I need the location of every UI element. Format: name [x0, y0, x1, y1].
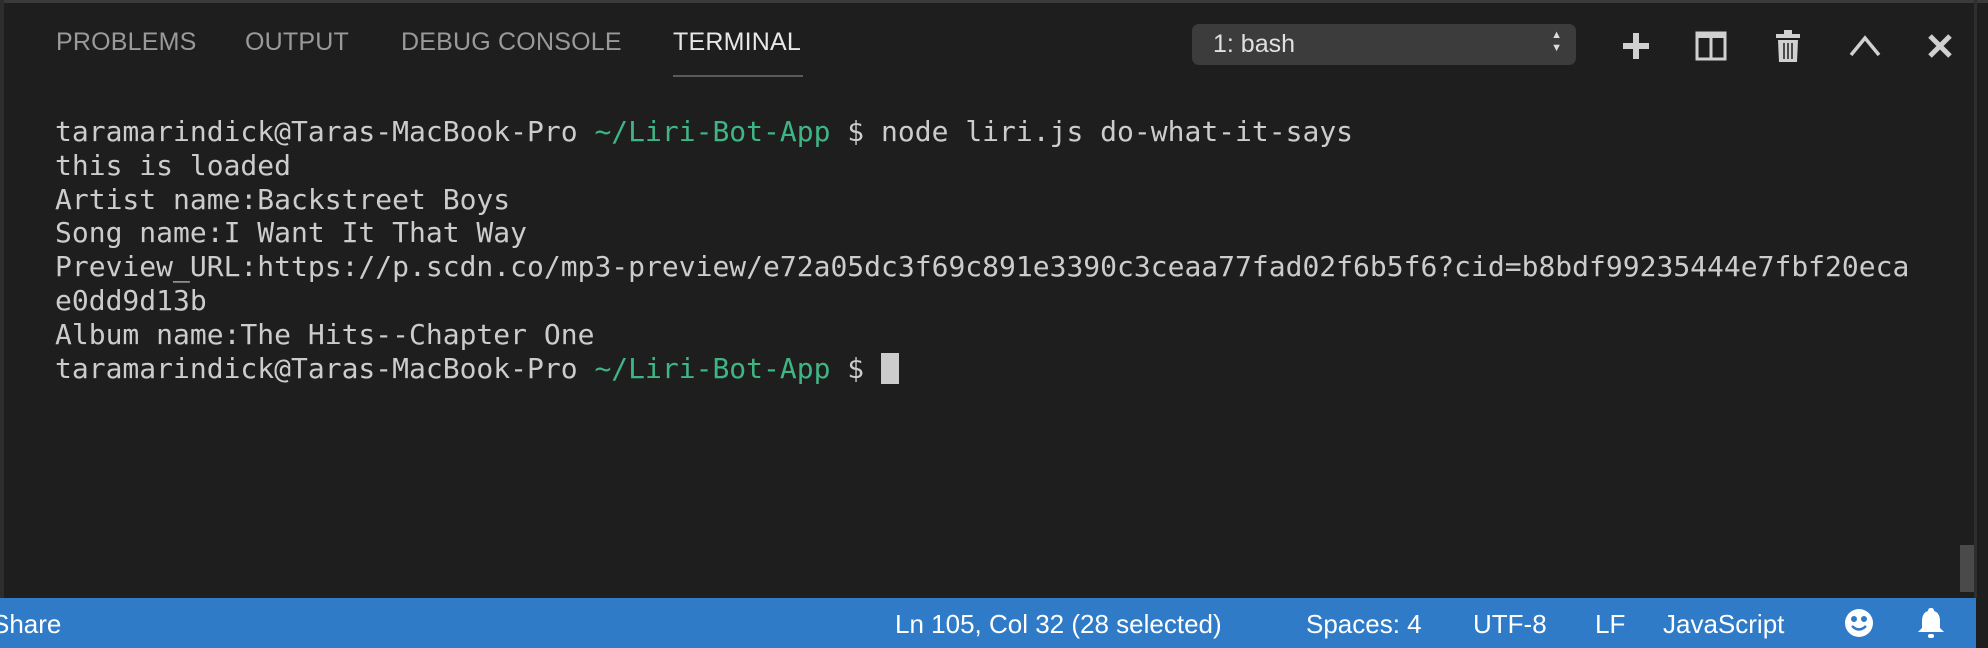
command-text: $ node liri.js do-what-it-says [830, 115, 1354, 148]
output-line: Song name:I Want It That Way [55, 216, 528, 250]
status-bar: Share Ln 105, Col 32 (28 selected) Space… [0, 598, 1976, 648]
close-icon[interactable] [1920, 26, 1960, 66]
terminal-cursor [881, 352, 900, 384]
prompt-user: taramarindick@Taras-MacBook-Pro [55, 115, 595, 148]
output-line: Album name:The Hits--Chapter One [55, 317, 595, 351]
output-line: e0dd9d13b [55, 283, 207, 317]
bell-icon[interactable] [1916, 606, 1946, 647]
plus-icon[interactable] [1616, 26, 1656, 66]
prompt-path: ~/Liri-Bot-App [594, 115, 831, 148]
status-encoding[interactable]: UTF-8 [1473, 609, 1547, 640]
split-icon[interactable] [1691, 26, 1731, 66]
scrollbar-track[interactable] [1974, 0, 1977, 598]
scrollbar-thumb[interactable] [1960, 545, 1974, 592]
output-line: Artist name:Backstreet Boys [55, 182, 511, 216]
smiley-icon[interactable] [1843, 607, 1875, 646]
select-arrows-icon: ▲ ▼ [1551, 29, 1562, 54]
chevron-up-icon[interactable] [1845, 26, 1885, 66]
prompt-path: ~/Liri-Bot-App [594, 351, 831, 385]
terminal-command-line: taramarindick@Taras-MacBook-Pro ~/Liri-B… [55, 115, 1909, 149]
status-eol[interactable]: LF [1595, 609, 1625, 640]
status-indentation[interactable]: Spaces: 4 [1306, 609, 1422, 640]
active-tab-indicator [673, 75, 803, 77]
tab-debug-console[interactable]: DEBUG CONSOLE [401, 28, 622, 57]
tab-terminal[interactable]: TERMINAL [673, 28, 801, 57]
status-language[interactable]: JavaScript [1663, 609, 1784, 640]
tab-output[interactable]: OUTPUT [245, 28, 349, 57]
status-cursor-position[interactable]: Ln 105, Col 32 (28 selected) [895, 609, 1222, 640]
panel-top-border [0, 0, 1988, 3]
trash-icon[interactable] [1768, 26, 1808, 66]
panel-left-edge [0, 0, 4, 598]
tab-problems[interactable]: PROBLEMS [56, 28, 197, 57]
prompt-symbol: $ [830, 351, 882, 385]
terminal-prompt-line: taramarindick@Taras-MacBook-Pro ~/Liri-B… [55, 352, 1909, 386]
terminal-select[interactable]: 1: bash ▲ ▼ [1192, 24, 1576, 65]
status-share[interactable]: Share [0, 609, 61, 640]
terminal-select-value: 1: bash [1213, 30, 1296, 58]
terminal-output[interactable]: taramarindick@Taras-MacBook-Pro ~/Liri-B… [55, 115, 1909, 385]
prompt-user: taramarindick@Taras-MacBook-Pro [55, 351, 595, 385]
output-line: Preview_URL:https://p.scdn.co/mp3-previe… [55, 250, 1910, 284]
output-line: this is loaded [55, 148, 292, 182]
